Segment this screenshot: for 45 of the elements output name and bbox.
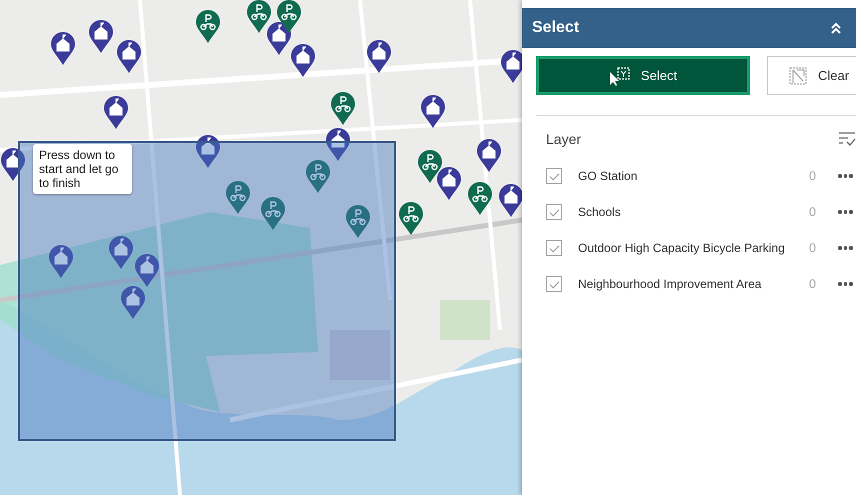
more-options-icon[interactable]	[838, 282, 852, 286]
school-pin-icon[interactable]	[420, 95, 446, 129]
school-pin-icon[interactable]	[436, 167, 462, 201]
filter-icon[interactable]	[838, 131, 856, 147]
school-pin-icon[interactable]	[498, 184, 522, 218]
bicycle-parking-pin-icon[interactable]	[467, 182, 493, 216]
layer-checkbox[interactable]	[546, 168, 562, 184]
bicycle-parking-pin-icon[interactable]	[330, 92, 356, 126]
panel-title: Select	[532, 19, 580, 37]
school-pin-icon[interactable]	[290, 44, 316, 78]
school-pin-icon[interactable]	[50, 32, 76, 66]
school-pin-icon[interactable]	[366, 40, 392, 74]
school-pin-icon[interactable]	[103, 96, 129, 130]
bicycle-parking-pin-icon[interactable]	[246, 0, 272, 34]
school-pin-icon[interactable]	[325, 128, 351, 162]
bicycle-parking-pin-icon[interactable]	[417, 150, 443, 184]
school-pin-icon[interactable]	[116, 40, 142, 74]
school-pin-icon[interactable]	[476, 139, 502, 173]
layer-checkbox[interactable]	[546, 276, 562, 292]
clear-button[interactable]: Clear	[767, 56, 856, 95]
selected-count: 0	[808, 169, 816, 183]
layer-checkbox[interactable]	[546, 240, 562, 256]
layer-name: Outdoor High Capacity Bicycle Parking	[578, 241, 786, 255]
select-cursor-icon	[608, 66, 631, 86]
more-options-icon[interactable]	[838, 246, 852, 250]
bicycle-parking-pin-icon[interactable]	[398, 202, 424, 236]
layer-name: Neighbourhood Improvement Area	[578, 277, 762, 291]
drawing-tooltip: Press down to start and let go to finish	[33, 144, 132, 194]
collapse-icon[interactable]	[830, 22, 842, 34]
bicycle-parking-pin-icon[interactable]	[195, 10, 221, 44]
selected-count: 0	[808, 205, 816, 219]
clear-selection-icon	[788, 66, 808, 86]
selected-count: 0	[808, 277, 816, 291]
school-pin-icon[interactable]	[88, 20, 114, 54]
school-pin-icon[interactable]	[0, 148, 26, 182]
more-options-icon[interactable]	[838, 174, 852, 178]
layer-checkbox[interactable]	[546, 204, 562, 220]
layer-header: Layer	[546, 131, 582, 147]
more-options-icon[interactable]	[838, 210, 852, 214]
layer-name: GO Station	[578, 169, 638, 183]
bicycle-parking-pin-icon[interactable]	[276, 0, 302, 34]
school-pin-icon[interactable]	[195, 135, 221, 169]
selected-count: 0	[808, 241, 816, 255]
layer-name: Schools	[578, 205, 622, 219]
select-button[interactable]: Select	[536, 56, 750, 95]
